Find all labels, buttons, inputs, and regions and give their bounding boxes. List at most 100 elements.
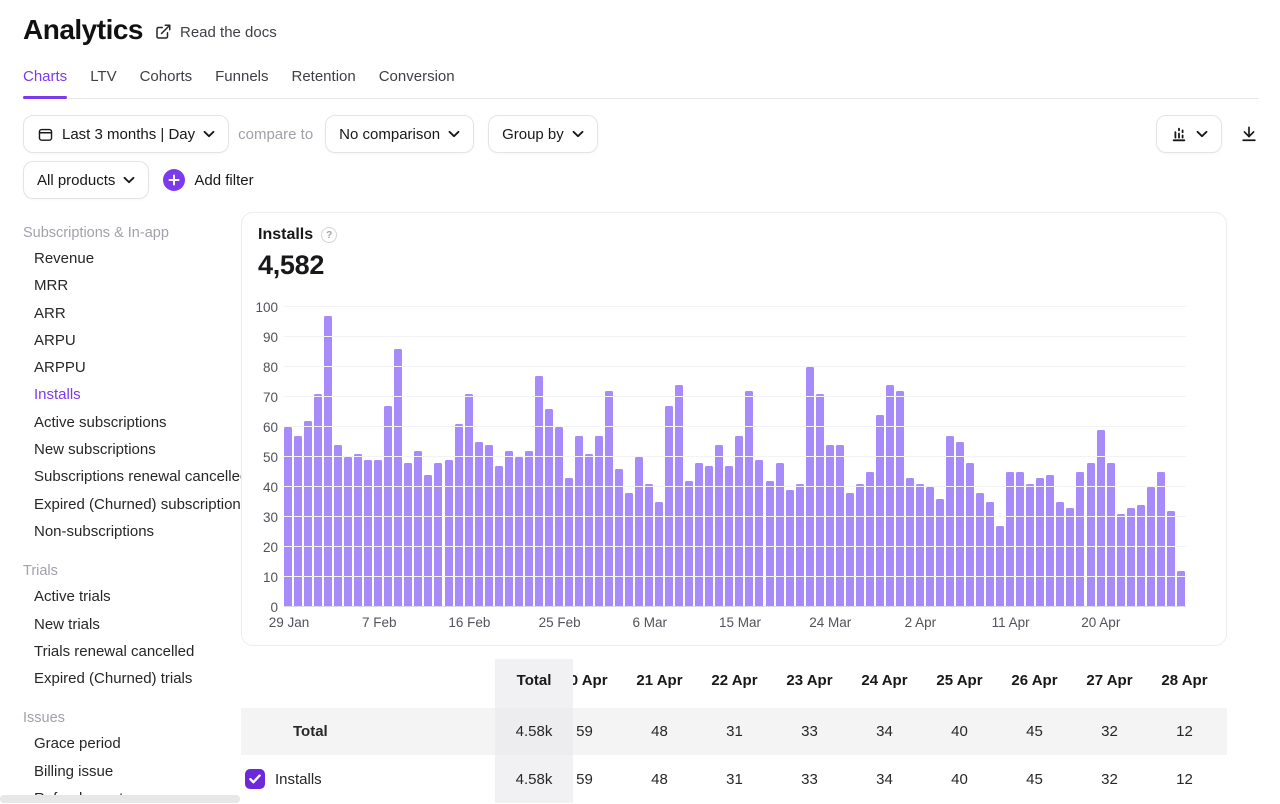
bar-21-feb[interactable] xyxy=(515,457,523,607)
row-checkbox[interactable] xyxy=(245,769,265,789)
bar-3-apr[interactable] xyxy=(926,487,934,607)
sidebar-item-installs[interactable]: Installs xyxy=(0,381,241,408)
bar-3-mar[interactable] xyxy=(615,469,623,607)
bar-23-apr[interactable] xyxy=(1127,508,1135,607)
bar-22-mar[interactable] xyxy=(806,367,814,607)
bar-18-mar[interactable] xyxy=(766,481,774,607)
sidebar-item-new-subscriptions[interactable]: New subscriptions xyxy=(0,436,241,463)
bar-10-feb[interactable] xyxy=(404,463,412,607)
bar-24-feb[interactable] xyxy=(545,409,553,607)
date-range-button[interactable]: Last 3 months | Day xyxy=(23,115,229,153)
bar-14-mar[interactable] xyxy=(725,466,733,607)
bar-5-mar[interactable] xyxy=(635,457,643,607)
bar-22-feb[interactable] xyxy=(525,451,533,607)
help-icon[interactable]: ? xyxy=(321,227,337,243)
sidebar-item-new-trials[interactable]: New trials xyxy=(0,611,241,638)
bar-20-mar[interactable] xyxy=(786,490,794,607)
bar-9-mar[interactable] xyxy=(675,385,683,607)
bar-9-apr[interactable] xyxy=(986,502,994,607)
bar-14-apr[interactable] xyxy=(1036,478,1044,607)
sidebar-item-non-subscriptions[interactable]: Non-subscriptions xyxy=(0,518,241,545)
bar-1-apr[interactable] xyxy=(906,478,914,607)
bar-21-apr[interactable] xyxy=(1107,463,1115,607)
tab-conversion[interactable]: Conversion xyxy=(379,68,455,98)
bar-13-mar[interactable] xyxy=(715,445,723,607)
bar-31-mar[interactable] xyxy=(896,391,904,607)
bar-5-feb[interactable] xyxy=(354,454,362,607)
sidebar-item-mrr[interactable]: MRR xyxy=(0,272,241,299)
bar-22-apr[interactable] xyxy=(1117,514,1125,607)
sidebar-item-expired-churned-subscriptions[interactable]: Expired (Churned) subscriptions xyxy=(0,491,241,518)
horizontal-scrollbar-thumb[interactable] xyxy=(0,795,240,803)
bar-28-mar[interactable] xyxy=(866,472,874,607)
bar-16-mar[interactable] xyxy=(745,391,753,607)
bar-2-feb[interactable] xyxy=(324,316,332,607)
sidebar-item-active-subscriptions[interactable]: Active subscriptions xyxy=(0,409,241,436)
add-filter-button[interactable]: Add filter xyxy=(163,169,253,191)
bar-26-feb[interactable] xyxy=(565,478,573,607)
bar-12-feb[interactable] xyxy=(424,475,432,607)
bar-31-jan[interactable] xyxy=(304,421,312,607)
bar-17-feb[interactable] xyxy=(475,442,483,607)
chart-type-button[interactable] xyxy=(1156,115,1222,153)
sidebar-item-revenue[interactable]: Revenue xyxy=(0,245,241,272)
bar-26-apr[interactable] xyxy=(1157,472,1165,607)
download-button[interactable] xyxy=(1239,124,1259,144)
bar-18-apr[interactable] xyxy=(1076,472,1084,607)
bar-17-mar[interactable] xyxy=(755,460,763,607)
bar-24-apr[interactable] xyxy=(1137,505,1145,607)
bar-9-feb[interactable] xyxy=(394,349,402,607)
bar-23-feb[interactable] xyxy=(535,376,543,607)
bar-11-apr[interactable] xyxy=(1006,472,1014,607)
bar-8-apr[interactable] xyxy=(976,493,984,607)
bar-7-apr[interactable] xyxy=(966,463,974,607)
sidebar-item-grace-period[interactable]: Grace period xyxy=(0,730,241,757)
bar-25-feb[interactable] xyxy=(555,427,563,607)
docs-link[interactable]: Read the docs xyxy=(154,23,277,41)
comparison-button[interactable]: No comparison xyxy=(325,115,474,153)
bar-28-feb[interactable] xyxy=(585,454,593,607)
tab-cohorts[interactable]: Cohorts xyxy=(140,68,193,98)
bar-7-feb[interactable] xyxy=(374,460,382,607)
bar-29-jan[interactable] xyxy=(284,427,292,607)
bar-24-mar[interactable] xyxy=(826,445,834,607)
sidebar-item-arr[interactable]: ARR xyxy=(0,300,241,327)
tab-retention[interactable]: Retention xyxy=(292,68,356,98)
bar-10-mar[interactable] xyxy=(685,481,693,607)
sidebar-item-subscriptions-renewal-cancelled[interactable]: Subscriptions renewal cancelled xyxy=(0,463,241,490)
bar-3-feb[interactable] xyxy=(334,445,342,607)
tab-charts[interactable]: Charts xyxy=(23,68,67,98)
bar-6-feb[interactable] xyxy=(364,460,372,607)
bar-4-mar[interactable] xyxy=(625,493,633,607)
bar-20-feb[interactable] xyxy=(505,451,513,607)
sidebar-item-billing-issue[interactable]: Billing issue xyxy=(0,758,241,785)
tab-funnels[interactable]: Funnels xyxy=(215,68,268,98)
bar-11-feb[interactable] xyxy=(414,451,422,607)
bar-11-mar[interactable] xyxy=(695,463,703,607)
sidebar-item-trials-renewal-cancelled[interactable]: Trials renewal cancelled xyxy=(0,638,241,665)
bar-26-mar[interactable] xyxy=(846,493,854,607)
bar-25-apr[interactable] xyxy=(1147,487,1155,607)
bar-2-mar[interactable] xyxy=(605,391,613,607)
bar-14-feb[interactable] xyxy=(445,460,453,607)
bar-15-mar[interactable] xyxy=(735,436,743,607)
bar-19-feb[interactable] xyxy=(495,466,503,607)
bar-1-mar[interactable] xyxy=(595,436,603,607)
sidebar-item-arpu[interactable]: ARPU xyxy=(0,327,241,354)
bar-25-mar[interactable] xyxy=(836,445,844,607)
bar-19-apr[interactable] xyxy=(1087,463,1095,607)
sidebar-item-expired-churned-trials[interactable]: Expired (Churned) trials xyxy=(0,665,241,692)
sidebar-item-active-trials[interactable]: Active trials xyxy=(0,583,241,610)
bar-10-apr[interactable] xyxy=(996,526,1004,607)
group-by-button[interactable]: Group by xyxy=(488,115,598,153)
bar-29-mar[interactable] xyxy=(876,415,884,607)
bar-4-feb[interactable] xyxy=(344,457,352,607)
bar-27-feb[interactable] xyxy=(575,436,583,607)
sidebar-item-arppu[interactable]: ARPPU xyxy=(0,354,241,381)
bar-12-mar[interactable] xyxy=(705,466,713,607)
bar-15-apr[interactable] xyxy=(1046,475,1054,607)
bar-16-apr[interactable] xyxy=(1056,502,1064,607)
bar-19-mar[interactable] xyxy=(776,463,784,607)
bar-17-apr[interactable] xyxy=(1066,508,1074,607)
products-filter-button[interactable]: All products xyxy=(23,161,149,199)
